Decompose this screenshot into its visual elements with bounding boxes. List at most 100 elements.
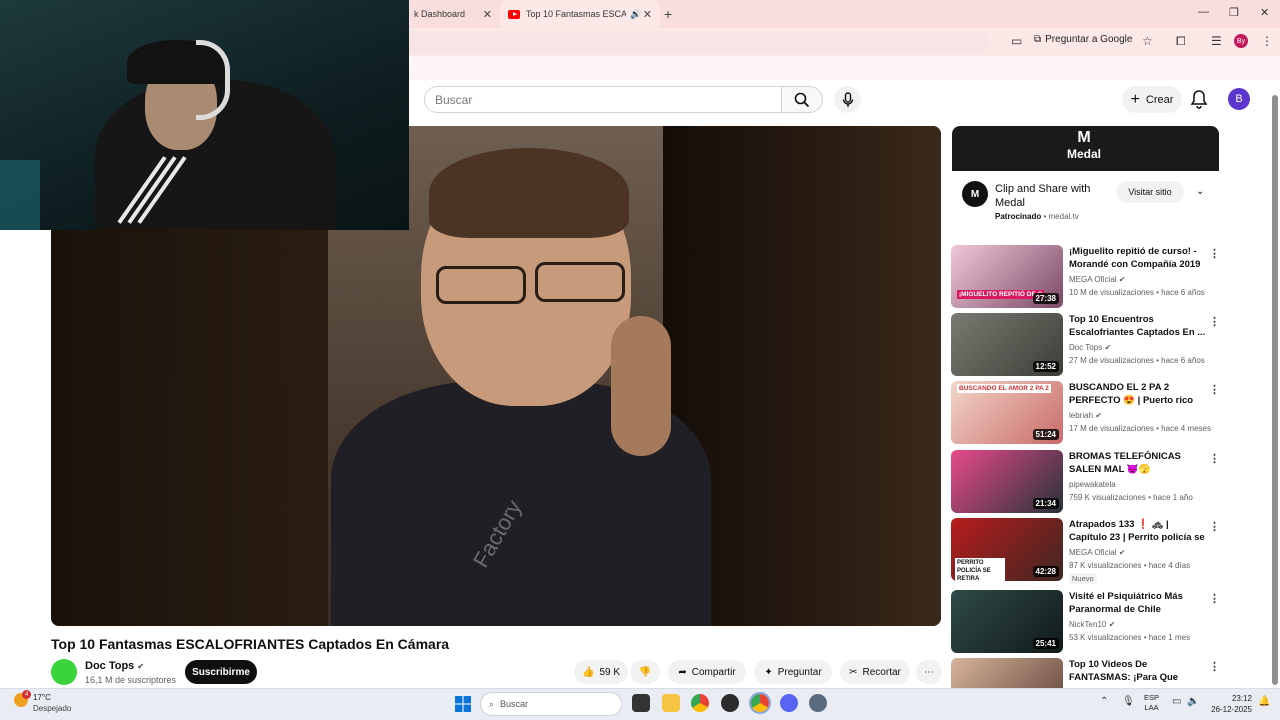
notifications-button[interactable]	[1190, 89, 1208, 114]
restore-window-icon[interactable]: ❐	[1229, 6, 1239, 19]
reading-list-icon[interactable]: ☰	[1211, 34, 1222, 48]
video-thumbnail[interactable]: BUSCANDO EL AMOR 2 PA 2 51:24	[951, 381, 1063, 444]
discord-icon[interactable]	[780, 694, 798, 712]
recommendation-item[interactable]: 21:34 BROMAS TELEFÓNICAS SALEN MAL 😈🫣 pi…	[951, 450, 1221, 514]
glasses-left-lens	[436, 266, 526, 304]
extensions-icon[interactable]: ⧠	[1176, 34, 1186, 49]
recommendation-item[interactable]: 25:41 Visité el Psiquiátrico Más Paranor…	[951, 590, 1221, 654]
ad-banner[interactable]: M Medal	[952, 126, 1219, 171]
visit-site-button[interactable]: Visitar sitio	[1116, 181, 1184, 203]
cast-icon[interactable]: ▭	[1011, 34, 1022, 48]
weather-temperature[interactable]: 17°C	[33, 693, 51, 702]
volume-icon[interactable]: 🔈	[1187, 696, 1199, 707]
recommendation-title[interactable]: BUSCANDO EL 2 PA 2 PERFECTO 😍 | Puerto r…	[1069, 381, 1207, 407]
new-tab-button[interactable]: +	[664, 6, 672, 22]
bookmark-star-icon[interactable]: ☆	[1142, 34, 1153, 48]
clock[interactable]: 23:12 26-12-2025	[1210, 693, 1252, 715]
recommendation-channel[interactable]: Doc Tops ✔	[1069, 343, 1111, 352]
recommendation-title[interactable]: Top 10 Videos De FANTASMAS: ¡Para Que LL…	[1069, 658, 1207, 684]
recommendation-item[interactable]: Top 10 Videos De FANTASMAS: ¡Para Que LL…	[951, 658, 1221, 688]
recommendation-item[interactable]: 12:52 Top 10 Encuentros Escalofriantes C…	[951, 313, 1221, 377]
recommendation-item[interactable]: PERRITO POLICÍA SE RETIRA 42:28 Atrapado…	[951, 518, 1221, 584]
video-thumbnail[interactable]	[951, 658, 1063, 688]
recommendation-item[interactable]: ¡MIGUELITO REPITIÓ DE C 27:38 ¡Miguelito…	[951, 245, 1221, 309]
more-vertical-icon[interactable]: ⋮	[1209, 592, 1220, 605]
video-thumbnail[interactable]: 21:34	[951, 450, 1063, 513]
recommendation-title[interactable]: Top 10 Encuentros Escalofriantes Captado…	[1069, 313, 1207, 339]
taskbar-search-label: Buscar	[500, 699, 529, 709]
language-indicator[interactable]: ESP LAA	[1144, 693, 1159, 713]
ad-title[interactable]: Clip and Share with Medal	[995, 182, 1105, 210]
ask-google-button[interactable]: ⧉ Preguntar a Google	[1034, 34, 1132, 45]
recommendation-channel[interactable]: NickTen10 ✔	[1069, 620, 1115, 629]
more-actions-button[interactable]: ⋯	[916, 660, 942, 684]
more-vertical-icon[interactable]: ⋮	[1209, 383, 1220, 396]
recommendation-channel[interactable]: pipewakatela	[1069, 480, 1116, 489]
channel-name[interactable]: Doc Tops ✔	[85, 660, 144, 672]
bell-icon	[1190, 90, 1208, 109]
video-thumbnail[interactable]: 12:52	[951, 313, 1063, 376]
dislike-button[interactable]: 👎	[630, 660, 660, 684]
like-button[interactable]: 👍 59 K	[574, 660, 628, 684]
close-tab-icon[interactable]: ✕	[643, 8, 652, 21]
video-duration: 42:28	[1032, 566, 1059, 577]
network-icon[interactable]: ▭	[1172, 696, 1181, 707]
speaker-icon[interactable]: 🔊	[630, 9, 641, 20]
video-thumbnail[interactable]: PERRITO POLICÍA SE RETIRA 42:28	[951, 518, 1063, 581]
scrollbar-thumb[interactable]	[1272, 95, 1278, 685]
close-tab-icon[interactable]: ✕	[483, 8, 492, 21]
share-button[interactable]: ➦ Compartir	[668, 660, 746, 684]
browser-tab-youtube[interactable]: Top 10 Fantasmas ESCALOFR 🔊 ✕	[500, 0, 660, 28]
user-avatar[interactable]: B	[1228, 88, 1250, 110]
recommendation-item[interactable]: BUSCANDO EL AMOR 2 PA 2 51:24 BUSCANDO E…	[951, 381, 1221, 445]
chrome-profile-icon[interactable]	[749, 692, 771, 714]
subscribe-button[interactable]: Suscribirme	[185, 660, 257, 684]
chrome-icon[interactable]	[691, 694, 709, 712]
search-button[interactable]	[781, 86, 823, 113]
recommendation-title[interactable]: BROMAS TELEFÓNICAS SALEN MAL 😈🫣	[1069, 450, 1207, 476]
recommendation-channel[interactable]: lebriah ✔	[1069, 411, 1102, 420]
taskbar-search-input[interactable]: ⌕ Buscar	[480, 692, 622, 716]
recommendation-channel[interactable]: MEGA Oficial ✔	[1069, 548, 1126, 557]
browser-menu-icon[interactable]: ⋮	[1261, 34, 1273, 48]
recommendation-channel[interactable]: MEGA Oficial ✔	[1069, 275, 1126, 284]
more-vertical-icon[interactable]: ⋮	[1209, 452, 1220, 465]
voice-search-button[interactable]	[834, 86, 861, 113]
settings-gear-icon[interactable]	[809, 694, 827, 712]
like-count: 59 K	[599, 666, 621, 678]
ask-button[interactable]: ✦ Preguntar	[754, 660, 832, 684]
windows-start-icon[interactable]	[455, 696, 471, 712]
recommendation-title[interactable]: Atrapados 133 ❗ 🚓 | Capítulo 23 | Perrit…	[1069, 518, 1207, 544]
app-icon[interactable]	[721, 694, 739, 712]
advertiser-logo-icon[interactable]: M	[962, 181, 988, 207]
notifications-icon[interactable]: 🔔	[1258, 696, 1270, 707]
clip-button[interactable]: ✂ Recortar	[840, 660, 910, 684]
address-field[interactable]	[400, 31, 990, 53]
microphone-icon[interactable]: 🎙	[1122, 696, 1135, 707]
more-vertical-icon[interactable]: ⋮	[1209, 247, 1220, 260]
search-input[interactable]: Buscar	[424, 86, 782, 113]
tab-label: Top 10 Fantasmas ESCALOFR	[526, 9, 626, 19]
file-explorer-icon[interactable]	[662, 694, 680, 712]
recommendation-title[interactable]: Visité el Psiquiátrico Más Paranormal de…	[1069, 590, 1207, 616]
chevron-down-icon[interactable]: ⌄	[1196, 186, 1204, 197]
browser-tab-dashboard[interactable]: k Dashboard ✕	[400, 0, 500, 28]
channel-name-label: Doc Tops	[85, 660, 135, 672]
task-view-icon[interactable]	[632, 694, 650, 712]
microphone-icon	[842, 91, 853, 107]
chevron-up-icon[interactable]: ⌃	[1100, 696, 1108, 707]
weather-description[interactable]: Despejado	[33, 704, 71, 713]
close-window-icon[interactable]: ✕	[1260, 6, 1269, 19]
clock-date: 26-12-2025	[1211, 705, 1252, 714]
channel-avatar[interactable]	[51, 659, 77, 685]
new-badge: Nuevo	[1069, 573, 1097, 584]
browser-profile-avatar[interactable]: By	[1234, 34, 1248, 48]
more-vertical-icon[interactable]: ⋮	[1209, 315, 1220, 328]
more-vertical-icon[interactable]: ⋮	[1209, 660, 1220, 673]
video-thumbnail[interactable]: 25:41	[951, 590, 1063, 653]
recommendation-title[interactable]: ¡Miguelito repitió de curso! - Morandé c…	[1069, 245, 1207, 271]
minimize-window-icon[interactable]: —	[1198, 6, 1209, 18]
video-thumbnail[interactable]: ¡MIGUELITO REPITIÓ DE C 27:38	[951, 245, 1063, 308]
more-vertical-icon[interactable]: ⋮	[1209, 520, 1220, 533]
create-button[interactable]: + Crear	[1122, 86, 1182, 113]
